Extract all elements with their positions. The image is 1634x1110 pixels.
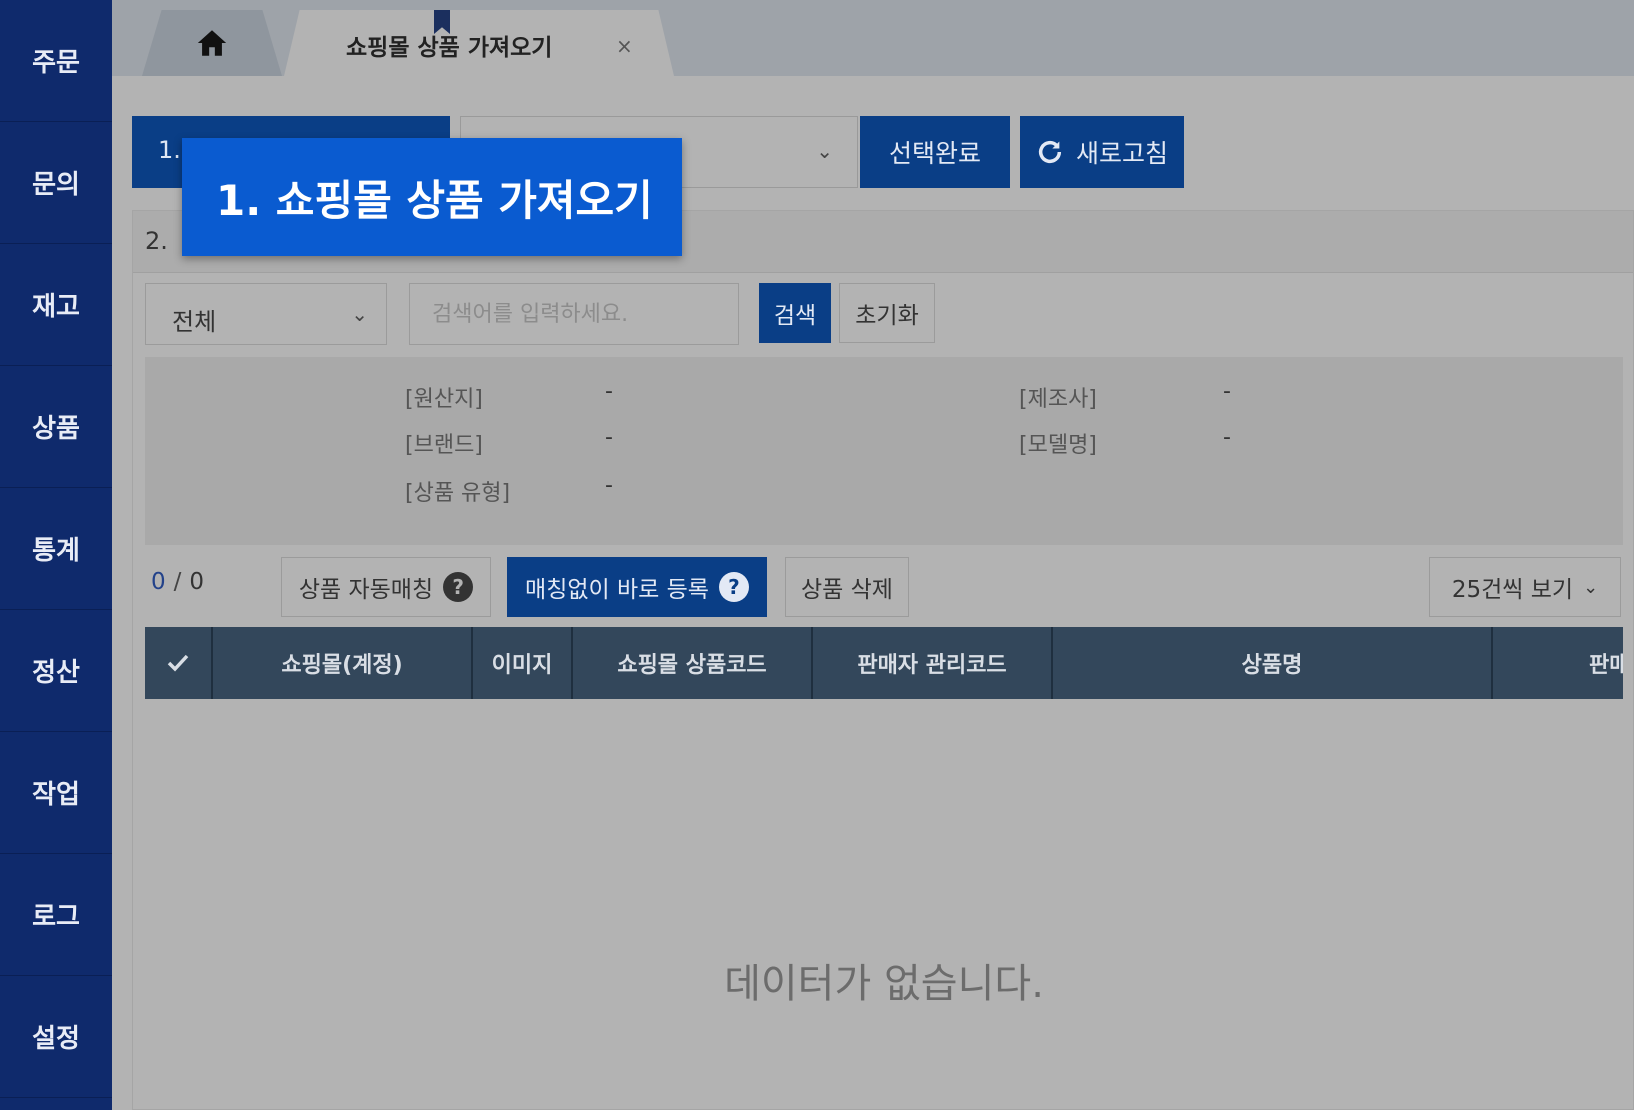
manufacturer-value: - <box>1223 379 1231 404</box>
sidebar: 주문 문의 재고 상품 통계 정산 작업 로그 설정 <box>0 0 112 1110</box>
auto-match-label: 상품 자동매칭 <box>298 577 434 603</box>
product-info-box: [원산지] - [제조사] - [브랜드] - [모델명] - [상품 유형] … <box>145 357 1623 545</box>
confirm-selection-label: 선택완료 <box>888 139 981 168</box>
column-header-mall-product-code[interactable]: 쇼핑몰 상품코드 <box>573 627 813 699</box>
column-header-seller-code[interactable]: 판매자 관리코드 <box>813 627 1053 699</box>
sidebar-item-product[interactable]: 상품 <box>0 366 112 488</box>
sidebar-item-inquiry[interactable]: 문의 <box>0 122 112 244</box>
tab-product-import[interactable]: 쇼핑몰 상품 가져오기 × <box>284 10 674 76</box>
select-all-checkbox[interactable] <box>145 627 213 699</box>
tab-home[interactable] <box>142 10 282 76</box>
help-icon[interactable]: ? <box>443 572 474 602</box>
search-filter-select[interactable]: 전체 ⌄ <box>145 283 387 345</box>
origin-value: - <box>605 379 613 404</box>
delete-product-label: 상품 삭제 <box>801 577 893 603</box>
sidebar-item-statistics[interactable]: 통계 <box>0 488 112 610</box>
auto-match-button[interactable]: 상품 자동매칭 ? <box>281 557 491 617</box>
help-icon[interactable]: ? <box>718 572 749 602</box>
selected-count: 0 <box>151 569 166 595</box>
confirm-selection-button[interactable]: 선택완료 <box>860 116 1010 188</box>
total-count: 0 <box>189 569 205 595</box>
reset-button-label: 초기화 <box>855 303 919 329</box>
brand-label: [브랜드] <box>405 433 483 458</box>
step1-label: 1. <box>158 136 181 164</box>
selection-count: 0 / 0 <box>151 569 204 595</box>
reset-button[interactable]: 초기화 <box>839 283 935 343</box>
product-type-value: - <box>605 473 613 498</box>
chevron-down-icon: ⌄ <box>816 139 833 163</box>
sidebar-item-settlement[interactable]: 정산 <box>0 610 112 732</box>
search-filter-value: 전체 <box>172 308 217 336</box>
chevron-down-icon: ⌄ <box>1583 576 1599 598</box>
refresh-icon <box>1038 140 1062 164</box>
page-size-select[interactable]: 25건씩 보기 ⌄ <box>1429 557 1621 617</box>
sidebar-item-order[interactable]: 주문 <box>0 0 112 122</box>
direct-register-button[interactable]: 매칭없이 바로 등록 ? <box>507 557 767 617</box>
step2-label: 2. <box>145 227 168 255</box>
refresh-label: 새로고침 <box>1075 139 1168 168</box>
column-header-product-name[interactable]: 상품명 <box>1053 627 1493 699</box>
column-header-price[interactable]: 판매가 <box>1493 627 1623 699</box>
page-size-label: 25건씩 보기 <box>1451 577 1574 603</box>
delete-product-button[interactable]: 상품 삭제 <box>785 557 909 617</box>
search-button-label: 검색 <box>773 303 817 329</box>
sidebar-item-stock[interactable]: 재고 <box>0 244 112 366</box>
column-header-image[interactable]: 이미지 <box>473 627 573 699</box>
column-header-mall-account[interactable]: 쇼핑몰(계정) <box>213 627 473 699</box>
empty-table-message: 데이터가 없습니다. <box>724 961 1044 1007</box>
brand-value: - <box>605 425 613 450</box>
product-type-label: [상품 유형] <box>405 481 511 506</box>
search-button[interactable]: 검색 <box>759 283 831 343</box>
table-header: 쇼핑몰(계정) 이미지 쇼핑몰 상품코드 판매자 관리코드 상품명 판매가 <box>145 627 1623 699</box>
refresh-button[interactable]: 새로고침 <box>1020 116 1184 188</box>
guide-tooltip-text: 1. 쇼핑몰 상품 가져오기 <box>216 175 653 225</box>
manufacturer-label: [제조사] <box>1019 387 1097 412</box>
checkmark-icon <box>167 654 189 672</box>
guide-tooltip: 1. 쇼핑몰 상품 가져오기 <box>182 138 682 256</box>
close-icon[interactable]: × <box>616 34 633 58</box>
origin-label: [원산지] <box>405 387 483 412</box>
chevron-down-icon: ⌄ <box>351 302 368 326</box>
count-separator: / <box>173 569 182 595</box>
sidebar-item-log[interactable]: 로그 <box>0 854 112 976</box>
search-input[interactable] <box>409 283 739 345</box>
step2-panel: 2. 전체 ⌄ 검색 초기화 [원산지] - [제조사] - [브랜드] - [… <box>132 210 1634 1110</box>
sidebar-item-job[interactable]: 작업 <box>0 732 112 854</box>
model-value: - <box>1223 425 1231 450</box>
sidebar-item-settings[interactable]: 설정 <box>0 976 112 1098</box>
home-icon <box>197 30 227 56</box>
model-label: [모델명] <box>1019 433 1097 458</box>
direct-register-label: 매칭없이 바로 등록 <box>525 577 709 603</box>
tab-bar: 쇼핑몰 상품 가져오기 × <box>112 0 1634 76</box>
